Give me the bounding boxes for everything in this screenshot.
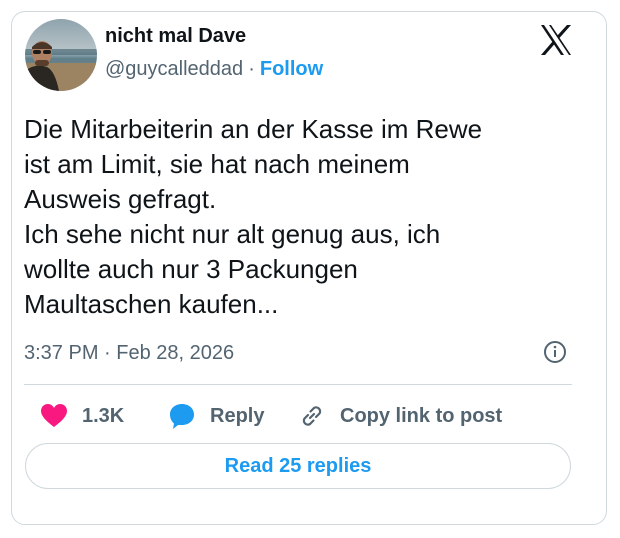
post-time: 3:37 PM [24, 342, 99, 364]
divider [24, 384, 572, 385]
follow-button[interactable]: Follow [260, 58, 323, 80]
read-replies-button[interactable]: Read 25 replies [25, 443, 571, 489]
author-handle[interactable]: @guycalleddad [105, 58, 243, 80]
post-text: Die Mitarbeiterin an der Kasse im Rewe i… [24, 112, 572, 322]
like-count: 1.3K [82, 404, 125, 427]
reply-button[interactable]: Reply [168, 396, 264, 436]
post-text-line: Ich sehe nicht nur alt genug aus, ich [24, 219, 441, 249]
copy-link-label: Copy link to post [340, 404, 503, 427]
copy-link-button[interactable]: Copy link to post [298, 396, 502, 436]
author-handle-row: @guycalleddad · Follow [105, 58, 323, 81]
link-icon [302, 406, 322, 426]
post-text-line: wollte auch nur 3 Packungen [24, 254, 358, 284]
x-logo-icon[interactable] [538, 22, 574, 58]
post-text-line: Maultaschen kaufen... [24, 289, 279, 319]
heart-icon [41, 404, 67, 427]
timestamp[interactable]: 3:37 PM · Feb 28, 2026 [24, 342, 234, 365]
post-date: Feb 28, 2026 [116, 342, 235, 364]
action-bar: 1.3K Reply Copy link to post [24, 396, 584, 436]
post-text-line: ist am Limit, sie hat nach meinem [24, 149, 410, 179]
post-text-line: Ausweis gefragt. [24, 184, 217, 214]
profile-photo [25, 19, 97, 91]
reply-label: Reply [210, 404, 265, 427]
read-replies-label: Read 25 replies [224, 454, 372, 477]
info-icon[interactable] [543, 340, 567, 364]
separator-dot: · [248, 58, 255, 80]
like-button[interactable]: 1.3K [40, 396, 124, 436]
post-text-line: Die Mitarbeiterin an der Kasse im Rewe [24, 114, 483, 144]
separator-dot: · [104, 342, 111, 364]
author-name[interactable]: nicht mal Dave [105, 25, 246, 48]
avatar[interactable] [25, 19, 97, 91]
reply-bubble-icon [170, 404, 194, 429]
